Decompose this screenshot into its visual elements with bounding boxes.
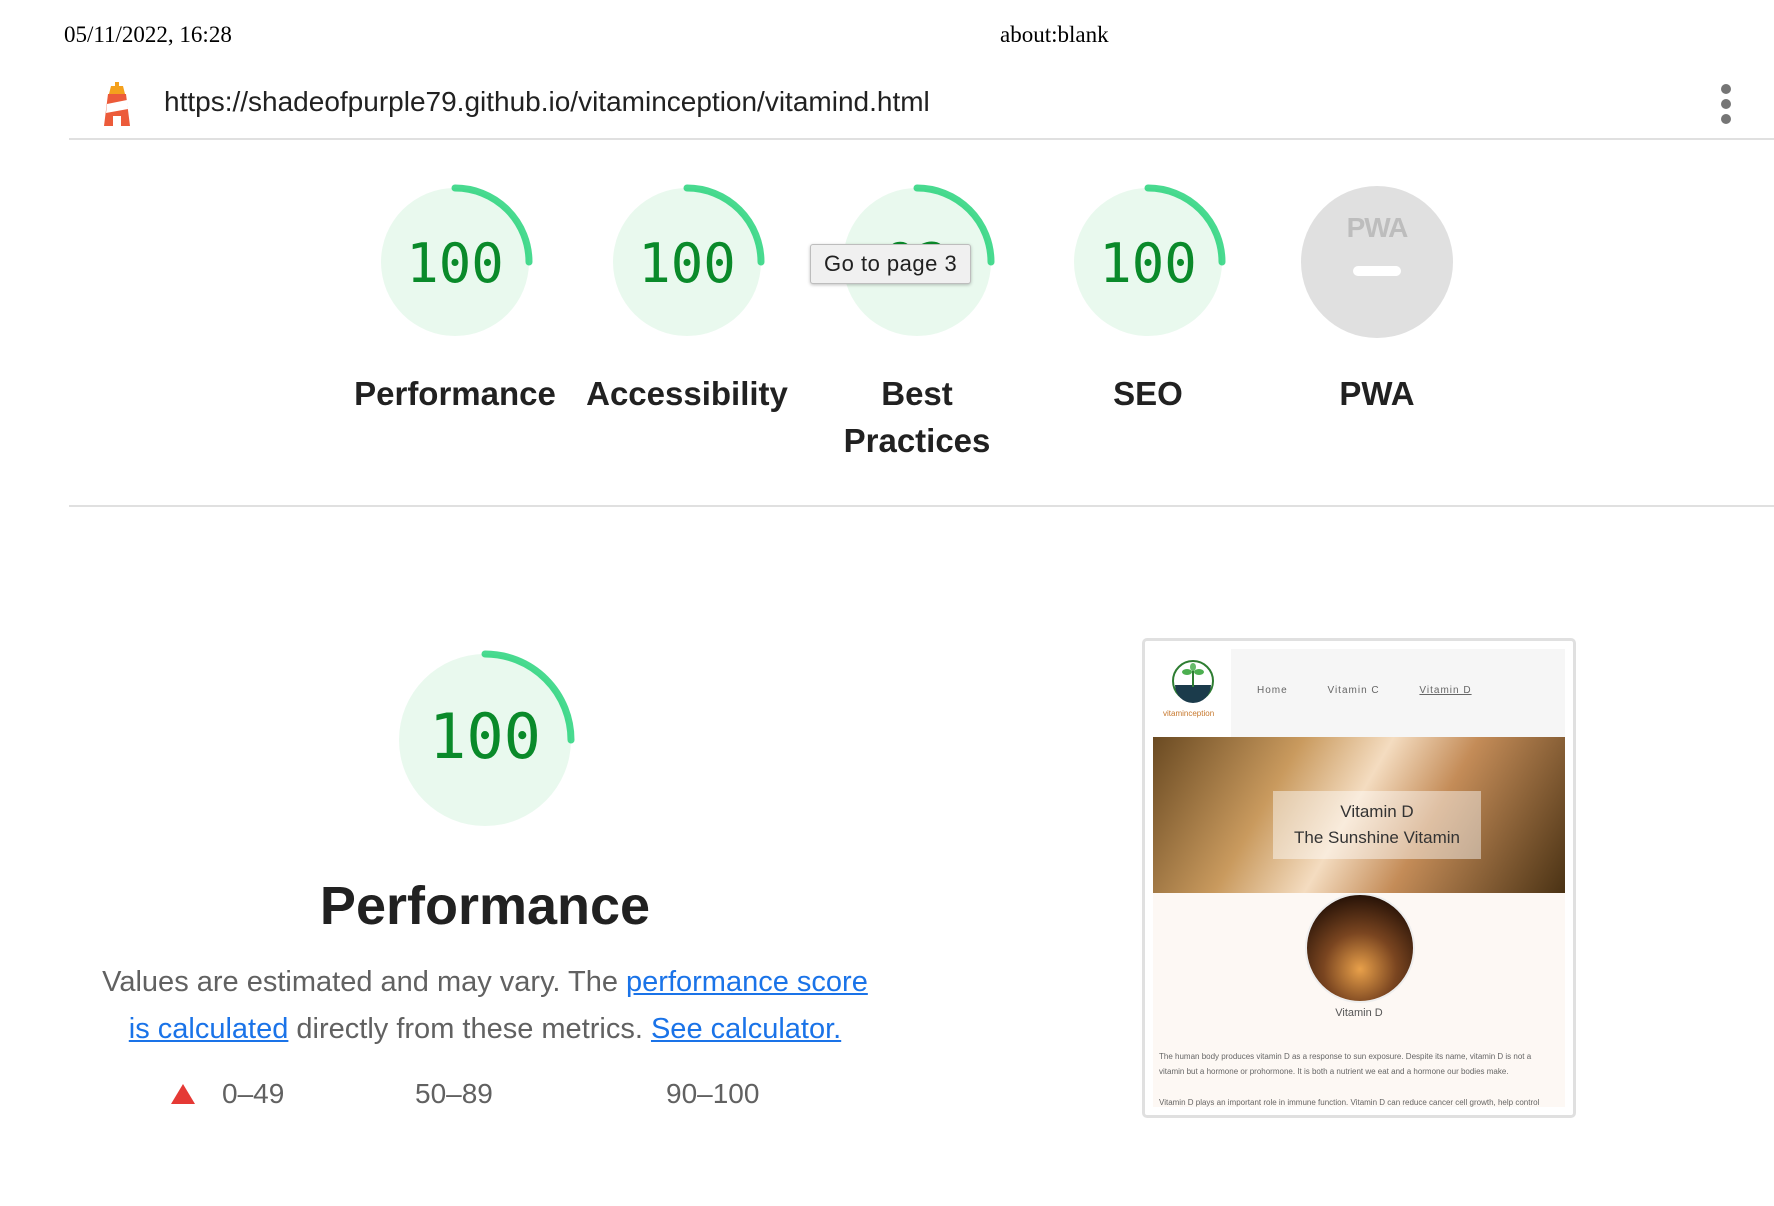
gauge-seo[interactable]: 100 SEO (1033, 180, 1263, 417)
gauge-score: 100 (406, 232, 504, 295)
performance-score: 100 (429, 700, 541, 773)
section-divider (69, 505, 1774, 507)
gauge-label: PWA (1339, 375, 1415, 412)
vertical-dots-icon[interactable] (1721, 84, 1733, 124)
score-gauges: 100 Performance 100 Accessibility 92 Bes… (340, 180, 1480, 470)
report-url[interactable]: https://shadeofpurple79.github.io/vitami… (164, 86, 930, 118)
see-calculator-link[interactable]: See calculator. (651, 1013, 841, 1045)
desc-text: Values are estimated and may vary. The (102, 966, 627, 998)
gauge-pwa[interactable]: PWA PWA (1262, 180, 1492, 417)
screenshot-nav: vitaminception Home Vitamin C Vitamin D (1153, 649, 1565, 737)
legend-label: 50–89 (415, 1078, 493, 1109)
score-legend: 0–49 50–89 90–100 (160, 1078, 860, 1118)
screenshot-nav-vitamin-d: Vitamin D (1419, 685, 1472, 696)
screenshot-nav-home: Home (1257, 685, 1288, 696)
performance-gauge: 100 (395, 650, 575, 835)
legend-label: 0–49 (222, 1078, 285, 1109)
screenshot-paragraph-2: Vitamin D plays an important role in imm… (1159, 1098, 1540, 1107)
gauge-best-practices[interactable]: 92 Best Practices (802, 180, 1032, 464)
report-toolbar: https://shadeofpurple79.github.io/vitami… (69, 70, 1774, 140)
gauge-score: 100 (1099, 232, 1197, 295)
screenshot-heart-image (1305, 893, 1415, 1003)
screenshot-paragraph: The human body produces vitamin D as a r… (1159, 1049, 1539, 1107)
screenshot-page: vitaminception Home Vitamin C Vitamin D … (1153, 649, 1565, 1107)
performance-description: Values are estimated and may vary. The p… (90, 959, 880, 1053)
performance-section: 100 Performance Values are estimated and… (90, 650, 880, 1053)
gauge-label: Performance (354, 375, 556, 412)
gauge-performance[interactable]: 100 Performance (340, 180, 570, 417)
vitaminception-logo-icon (1172, 660, 1214, 703)
screenshot-caption: Vitamin D (1335, 1007, 1383, 1019)
screenshot-hero-subtitle: The Sunshine Vitamin (1293, 828, 1460, 847)
screenshot-paragraph-1: The human body produces vitamin D as a r… (1159, 1052, 1532, 1076)
gauge-label: SEO (1113, 375, 1183, 412)
screenshot-nav-links: Home Vitamin C Vitamin D (1257, 685, 1508, 696)
legend-fail: 0–49 (170, 1078, 284, 1110)
legend-average: 50–89 (415, 1078, 493, 1110)
print-date: 05/11/2022, 16:28 (64, 22, 232, 47)
print-title: about:blank (1000, 22, 1109, 47)
lighthouse-icon (104, 82, 130, 126)
triangle-icon (171, 1084, 195, 1104)
page-screenshot: vitaminception Home Vitamin C Vitamin D … (1142, 638, 1576, 1118)
pwa-badge-icon (1301, 186, 1453, 338)
gauge-score: 100 (638, 232, 736, 295)
gauge-accessibility[interactable]: 100 Accessibility (572, 180, 802, 417)
screenshot-hero-box: Vitamin D The Sunshine Vitamin (1273, 791, 1481, 859)
desc-text: directly from these metrics. (288, 1013, 651, 1045)
screenshot-hero-title: Vitamin D (1340, 802, 1414, 821)
legend-label: 90–100 (666, 1078, 760, 1109)
gauge-label: Accessibility (586, 375, 788, 412)
legend-pass: 90–100 (666, 1078, 759, 1110)
screenshot-hero: Vitamin D The Sunshine Vitamin (1153, 737, 1565, 893)
screenshot-brand: vitaminception (1163, 709, 1215, 718)
pwa-badge-text: PWA (1346, 212, 1409, 243)
tooltip: Go to page 3 (810, 244, 972, 284)
performance-title: Performance (319, 876, 651, 936)
gauge-label: Best Practices (843, 375, 991, 459)
screenshot-nav-vitamin-c: Vitamin C (1327, 685, 1380, 696)
